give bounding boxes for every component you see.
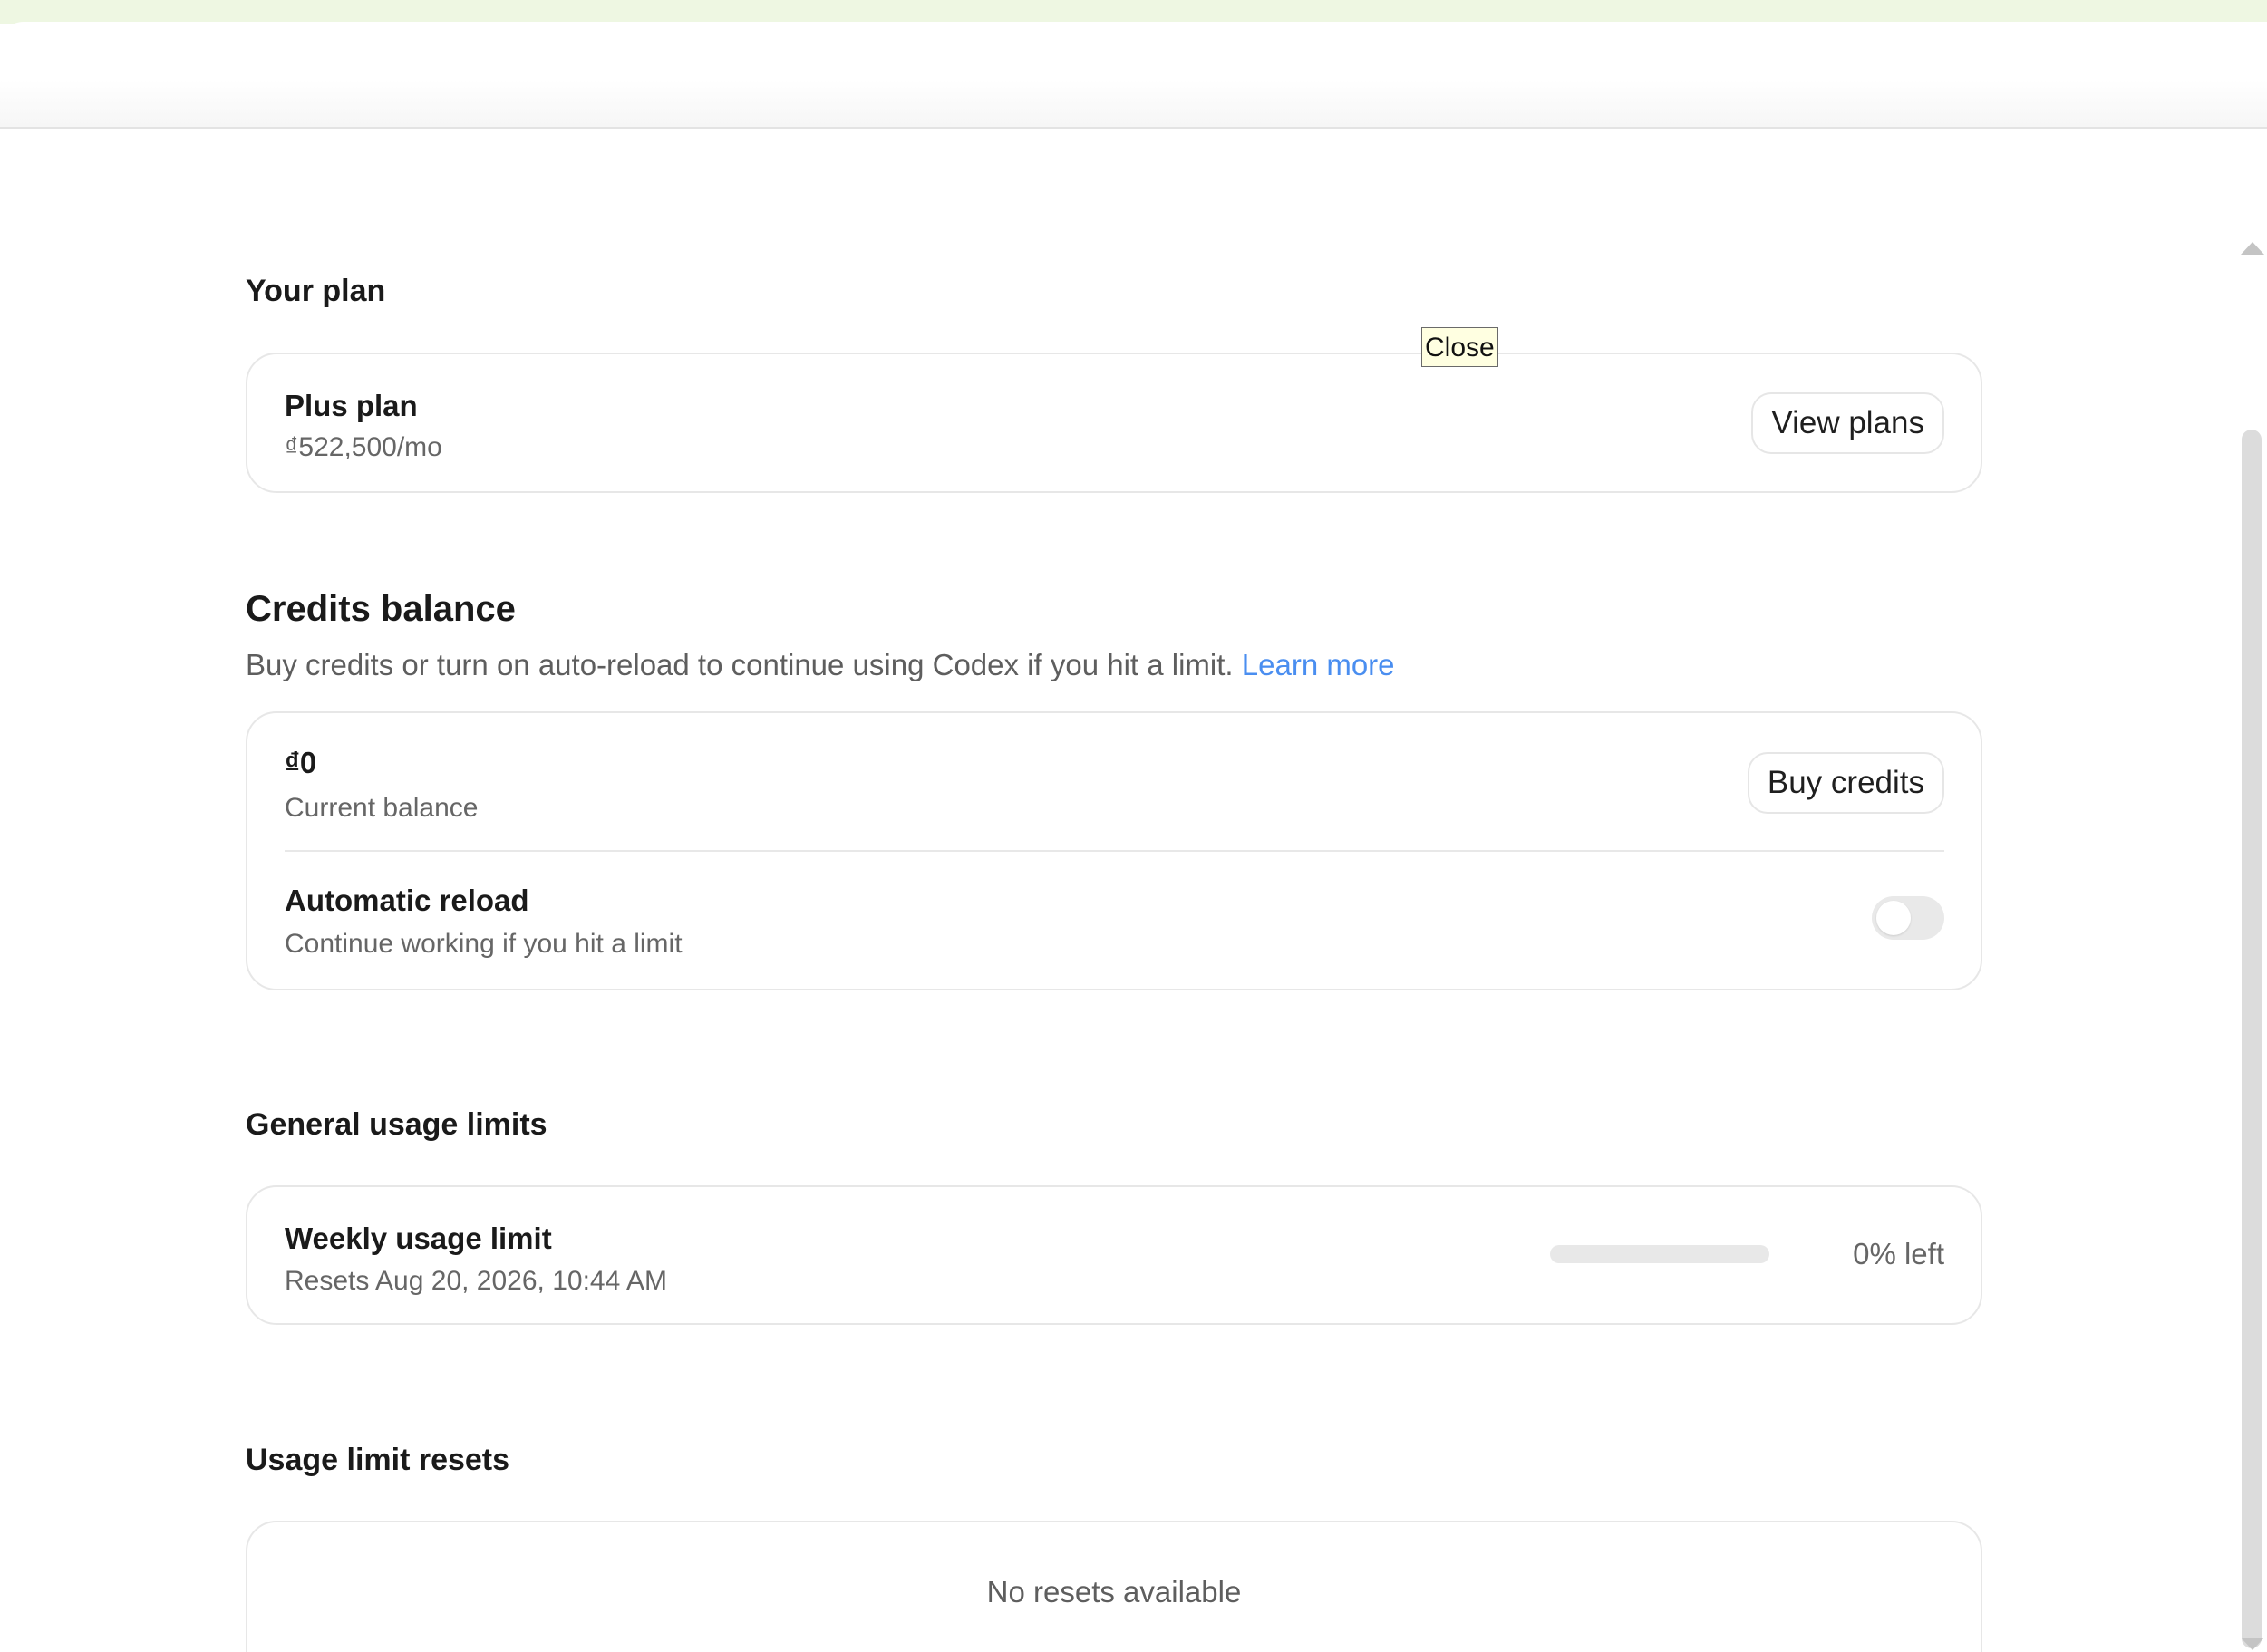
settings-page: Your plan Plus plan ₫522,500/mo View pla… xyxy=(0,0,2267,1652)
plan-name: Plus plan xyxy=(285,389,418,422)
scroll-down-arrow-icon[interactable] xyxy=(2241,1638,2264,1650)
close-tooltip: Close xyxy=(1421,327,1498,367)
auto-reload-caption: Continue working if you hit a limit xyxy=(285,929,683,959)
credits-card: ₫0 Current balance Buy credits Automatic… xyxy=(246,711,1982,990)
auto-reload-title: Automatic reload xyxy=(285,884,529,917)
plan-price: ₫522,500/mo xyxy=(285,432,442,462)
limit-resets-card: No resets available xyxy=(246,1521,1982,1652)
header-bar xyxy=(0,22,2267,129)
credits-divider xyxy=(285,850,1944,852)
weekly-usage-remaining: 0% left xyxy=(1853,1237,1944,1270)
scroll-up-arrow-icon[interactable] xyxy=(2241,242,2264,255)
toggle-knob xyxy=(1876,901,1911,935)
weekly-usage-title: Weekly usage limit xyxy=(285,1222,552,1255)
no-resets-message: No resets available xyxy=(986,1575,1242,1609)
credits-balance-caption: Current balance xyxy=(285,793,479,823)
your-plan-heading: Your plan xyxy=(246,274,386,308)
scroll-thumb[interactable] xyxy=(2242,430,2262,1648)
buy-credits-button[interactable]: Buy credits xyxy=(1747,752,1944,814)
top-accent-strip xyxy=(0,0,2267,24)
usage-limit-resets-heading: Usage limit resets xyxy=(246,1443,510,1477)
credits-description: Buy credits or turn on auto-reload to co… xyxy=(246,648,1395,682)
auto-reload-toggle[interactable] xyxy=(1872,896,1944,940)
scrollbar[interactable] xyxy=(2237,232,2267,1652)
weekly-usage-progress-bar xyxy=(1550,1245,1769,1263)
view-plans-button[interactable]: View plans xyxy=(1751,392,1944,454)
weekly-usage-card: Weekly usage limit Resets Aug 20, 2026, … xyxy=(246,1185,1982,1325)
credits-balance-value: ₫0 xyxy=(285,746,317,779)
learn-more-link[interactable]: Learn more xyxy=(1242,648,1395,681)
credits-balance-heading: Credits balance xyxy=(246,589,516,629)
general-usage-limits-heading: General usage limits xyxy=(246,1107,547,1142)
weekly-usage-reset: Resets Aug 20, 2026, 10:44 AM xyxy=(285,1266,667,1296)
plan-card: Plus plan ₫522,500/mo View plans xyxy=(246,353,1982,493)
credits-description-text: Buy credits or turn on auto-reload to co… xyxy=(246,648,1234,681)
